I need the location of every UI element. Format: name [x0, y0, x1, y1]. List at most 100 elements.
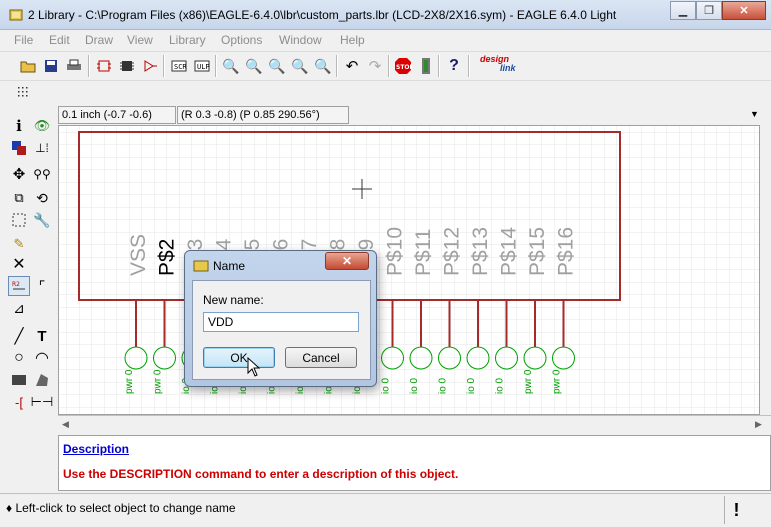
- ulp-icon: ULP: [194, 60, 210, 72]
- stop-button[interactable]: STOP: [393, 56, 413, 76]
- menu-help[interactable]: Help: [340, 33, 365, 47]
- rectangle-icon: [12, 375, 26, 385]
- redo-button[interactable]: ↷: [365, 56, 385, 76]
- symbol-drawing[interactable]: VSSpwr 0P$2pwr 0P$3io 0P$4io 0P$5io 0P$6…: [59, 126, 760, 415]
- save-icon: [45, 60, 57, 72]
- status-alert-button[interactable]: !: [724, 496, 748, 524]
- mark-tool[interactable]: ⊥⁞: [31, 138, 53, 158]
- pin-name-label: P$15: [526, 227, 549, 276]
- go-button[interactable]: [416, 56, 436, 76]
- designlink-bottom: link: [500, 63, 516, 73]
- horizontal-scrollbar[interactable]: ◀ ▶: [58, 415, 771, 435]
- description-link[interactable]: Description: [63, 442, 129, 456]
- svg-text:STOP: STOP: [396, 64, 412, 71]
- pin-tool[interactable]: -[: [8, 392, 30, 412]
- ok-button[interactable]: OK: [203, 347, 275, 368]
- polygon-icon: [36, 374, 48, 386]
- move-tool[interactable]: ✥: [8, 164, 30, 184]
- undo-button[interactable]: ↶: [342, 56, 362, 76]
- arc-tool[interactable]: ◠: [31, 348, 53, 368]
- undo-icon: ↶: [345, 58, 359, 75]
- cam-button[interactable]: [94, 56, 114, 76]
- new-name-input[interactable]: [203, 312, 359, 332]
- polygon-tool[interactable]: [31, 370, 53, 390]
- open-button[interactable]: [18, 56, 38, 76]
- menu-window[interactable]: Window: [279, 33, 322, 47]
- maximize-icon: ❐: [704, 5, 714, 17]
- zoom-out-button[interactable]: 🔍: [267, 56, 287, 76]
- change-tool[interactable]: 🔧: [31, 210, 53, 230]
- close-button[interactable]: ✕: [722, 1, 766, 20]
- menu-view[interactable]: View: [127, 33, 153, 47]
- ulp-button[interactable]: ULP: [192, 56, 212, 76]
- print-button[interactable]: [64, 56, 84, 76]
- dimension-tool[interactable]: ⊢⊣: [31, 392, 54, 412]
- redraw-icon: 🔍: [291, 57, 309, 74]
- dialog-close-button[interactable]: ✕: [325, 252, 369, 270]
- rotate-tool[interactable]: ⟲: [31, 188, 53, 208]
- zoom-fit-button[interactable]: 🔍: [221, 56, 241, 76]
- circle-tool[interactable]: ○: [8, 348, 30, 368]
- drawing-canvas[interactable]: VSSpwr 0P$2pwr 0P$3io 0P$4io 0P$5io 0P$6…: [58, 125, 760, 415]
- pin-direction-label: pwr 0: [523, 369, 534, 394]
- status-text: ♦ Left-click to select object to change …: [6, 501, 236, 515]
- scroll-right-icon[interactable]: ▶: [755, 419, 762, 430]
- chip-icon: [120, 61, 134, 71]
- eagle-window: 2 Library - C:\Program Files (x86)\EAGLE…: [0, 0, 771, 527]
- pin-name-label: P$13: [469, 227, 492, 276]
- copy-tool[interactable]: ⚲⚲: [31, 164, 53, 184]
- split-icon: ⊿: [13, 299, 25, 316]
- arc-icon: ◠: [35, 350, 49, 367]
- maximize-button[interactable]: ❐: [696, 1, 722, 20]
- wire-tool[interactable]: ╱: [8, 326, 30, 346]
- zoom-in-button[interactable]: 🔍: [244, 56, 264, 76]
- mirror-tool[interactable]: ⧉: [8, 188, 30, 208]
- miter-tool[interactable]: ⌜: [31, 276, 53, 296]
- help-icon: ?: [449, 57, 459, 74]
- menu-library[interactable]: Library: [169, 33, 206, 47]
- paste-tool[interactable]: ✎: [8, 234, 30, 254]
- delete-tool[interactable]: ✕: [8, 254, 30, 274]
- cancel-button[interactable]: Cancel: [285, 347, 357, 368]
- chip-button[interactable]: [117, 56, 137, 76]
- save-button[interactable]: [41, 56, 61, 76]
- script-button[interactable]: SCR: [169, 56, 189, 76]
- move-icon: ✥: [12, 166, 26, 183]
- rect-tool[interactable]: [8, 370, 30, 390]
- display-tool[interactable]: [8, 138, 30, 158]
- miter-icon: ⌜: [38, 277, 46, 294]
- command-line[interactable]: [350, 106, 766, 124]
- pin-direction-label: pwr 0: [124, 369, 135, 394]
- svg-text:SCR: SCR: [174, 63, 187, 71]
- designlink-logo[interactable]: design link: [480, 55, 524, 77]
- redraw-button[interactable]: 🔍: [290, 56, 310, 76]
- grid-button[interactable]: [14, 83, 34, 103]
- close-icon: ✕: [341, 254, 353, 268]
- vertical-scrollbar[interactable]: [760, 125, 771, 415]
- info-tool[interactable]: i: [8, 116, 30, 136]
- menu-options[interactable]: Options: [221, 33, 262, 47]
- left-toolbar: i 👁 ⊥⁞ ✥ ⚲⚲ ⧉ ⟲ 🔧 ✎ ✕ R2 ⌜ ⊿ ╱ T ○ ◠ -[ …: [0, 116, 58, 436]
- mark-icon: ⊥⁞: [35, 141, 49, 155]
- grid-icon: [18, 87, 28, 97]
- menu-file[interactable]: File: [14, 33, 33, 47]
- help-button[interactable]: ?: [444, 56, 464, 76]
- circle-icon: ○: [14, 349, 24, 366]
- menu-edit[interactable]: Edit: [49, 33, 70, 47]
- coordinate-bar: 0.1 inch (-0.7 -0.6) (R 0.3 -0.8) (P 0.8…: [0, 105, 771, 125]
- command-dropdown-icon[interactable]: ▼: [750, 109, 759, 119]
- symbol-button[interactable]: [140, 56, 160, 76]
- name-tool[interactable]: R2: [8, 276, 30, 296]
- show-tool[interactable]: 👁: [31, 116, 53, 136]
- text-tool[interactable]: T: [31, 326, 53, 346]
- eye-icon: 👁: [33, 118, 51, 133]
- eagle-app-icon: [9, 9, 23, 21]
- menu-draw[interactable]: Draw: [85, 33, 113, 47]
- pin-name-label: P$10: [384, 227, 407, 276]
- group-tool[interactable]: [8, 210, 30, 230]
- minimize-button[interactable]: ▁: [670, 1, 696, 20]
- zoom-select-button[interactable]: 🔍: [313, 56, 333, 76]
- split-tool[interactable]: ⊿: [8, 298, 30, 318]
- scroll-left-icon[interactable]: ◀: [62, 419, 69, 430]
- printer-icon: [67, 59, 81, 70]
